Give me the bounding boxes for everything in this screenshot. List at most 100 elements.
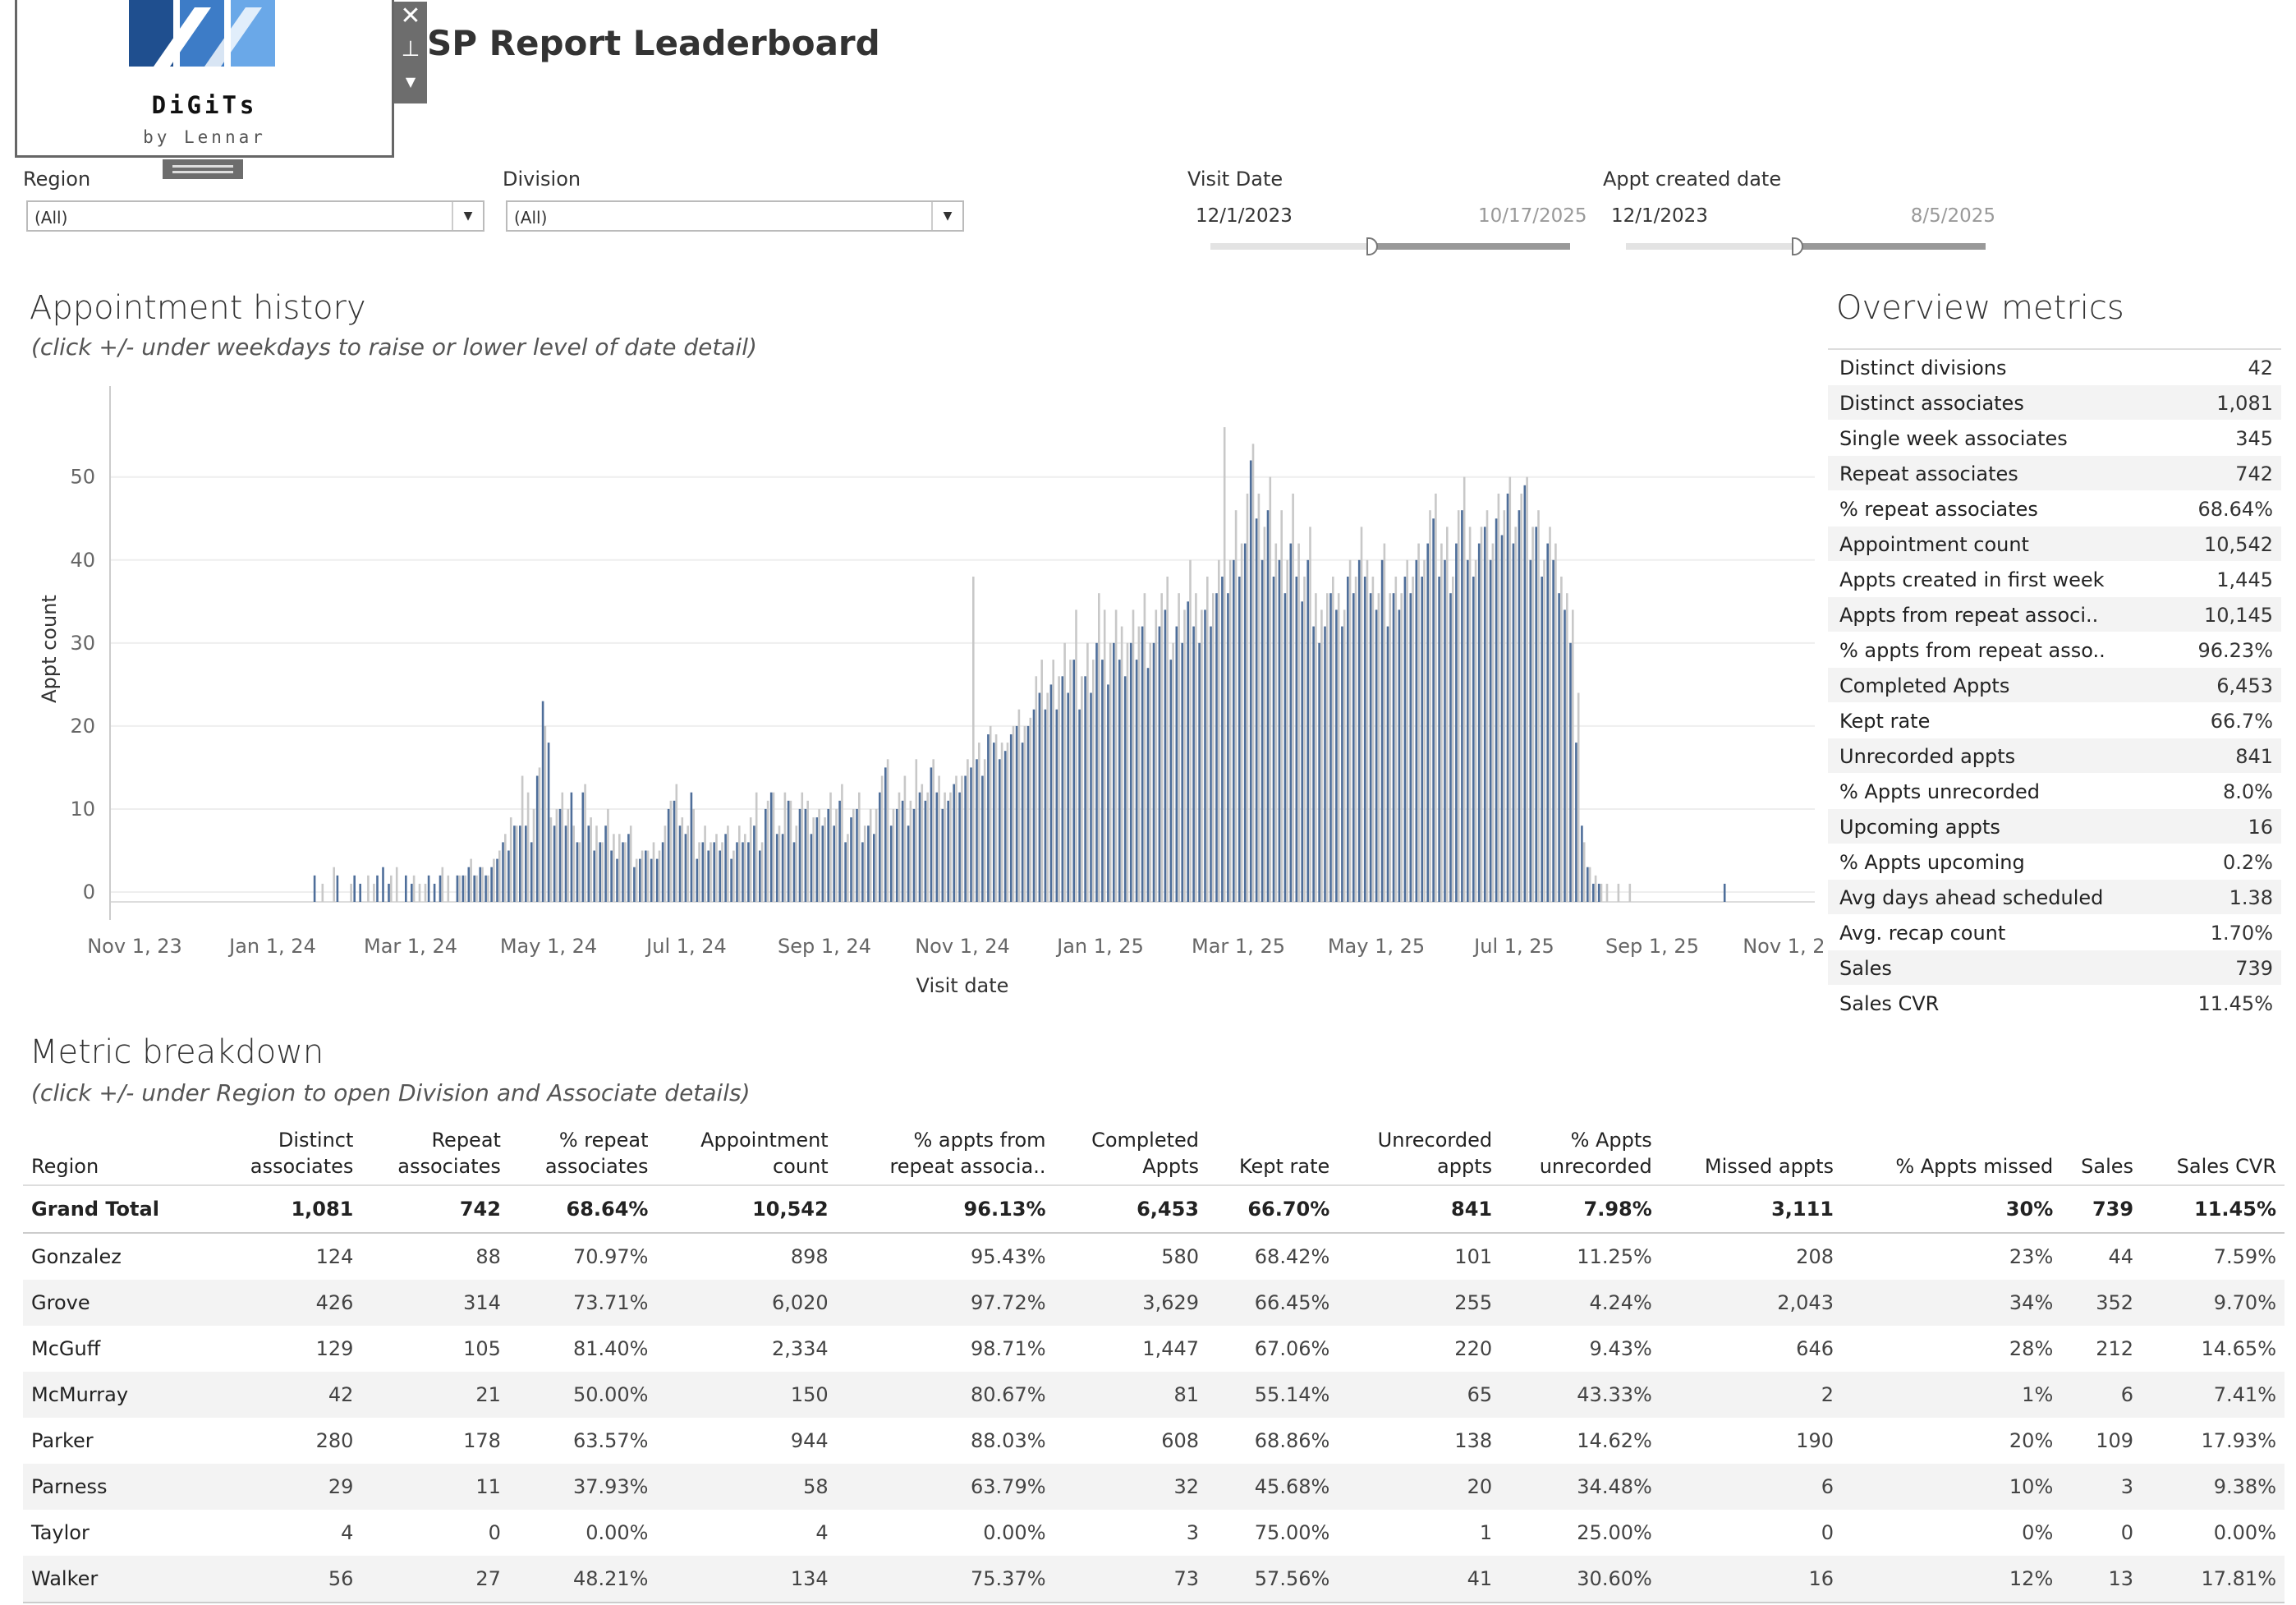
weekend-bar[interactable] [555,808,558,902]
weekday-bar[interactable] [1306,559,1309,902]
column-header[interactable]: Missed appts [1660,1127,1842,1186]
chevron-down-icon[interactable]: ▼ [394,67,427,97]
weekend-bar[interactable] [1366,559,1369,902]
weekend-bar[interactable] [1315,593,1317,902]
weekend-bar[interactable] [801,792,804,902]
weekday-bar[interactable] [947,800,949,902]
table-row[interactable]: Taylor 4 0 0.00% 4 0.00% 3 75.00% 1 25.00% 0 0% 0 0.0… [23,1510,2285,1556]
weekend-bar[interactable] [704,825,706,902]
weekend-bar[interactable] [1383,543,1386,902]
visit-date-end[interactable]: 10/17/2025 [1478,205,1587,227]
metric-row[interactable]: Kept rate 66.7% [1828,703,2281,738]
weekend-bar[interactable] [875,808,878,902]
weekday-bar[interactable] [490,867,493,902]
weekday-bar[interactable] [1135,660,1138,902]
weekend-bar[interactable] [1012,725,1015,902]
weekday-bar[interactable] [1398,609,1401,902]
weekend-bar[interactable] [1029,717,1032,902]
weekday-bar[interactable] [1210,626,1212,902]
weekday-bar[interactable] [1723,883,1726,902]
weekday-bar[interactable] [1095,642,1098,902]
weekend-bar[interactable] [567,808,570,902]
weekday-bar[interactable] [1324,626,1326,902]
weekend-bar[interactable] [1594,875,1597,902]
weekday-bar[interactable] [1587,867,1589,902]
weekend-bar[interactable] [1491,543,1495,902]
weekday-bar[interactable] [1363,577,1366,902]
weekend-bar[interactable] [1480,527,1483,902]
weekend-bar[interactable] [1246,493,1249,902]
weekend-bar[interactable] [738,825,741,902]
weekend-bar[interactable] [1354,577,1357,902]
weekday-bar[interactable] [1009,734,1013,902]
weekend-bar[interactable] [1075,609,1077,902]
weekday-bar[interactable] [1221,577,1224,902]
weekday-bar[interactable] [953,784,955,902]
weekday-bar[interactable] [1541,577,1543,902]
weekday-bar[interactable] [856,808,858,902]
weekday-bar[interactable] [1026,725,1030,902]
weekend-bar[interactable] [350,883,352,902]
weekend-bar[interactable] [1417,543,1420,902]
weekday-bar[interactable] [439,875,442,902]
metric-row[interactable]: Single week associates 345 [1828,421,2281,456]
weekday-bar[interactable] [792,842,796,902]
weekday-bar[interactable] [1192,626,1195,902]
weekday-bar[interactable] [576,842,579,902]
weekend-bar[interactable] [613,834,615,902]
weekday-bar[interactable] [667,808,670,902]
weekend-bar[interactable] [983,759,986,902]
weekend-bar[interactable] [1348,559,1352,902]
weekday-bar[interactable] [895,808,898,902]
weekday-bar[interactable] [599,842,601,902]
weekday-bar[interactable] [673,800,676,902]
weekday-bar[interactable] [1061,676,1064,902]
weekday-bar[interactable] [918,792,921,902]
column-header[interactable]: % repeat associates [508,1127,657,1186]
weekday-bar[interactable] [1506,493,1509,902]
weekday-bar[interactable] [879,792,881,902]
weekday-bar[interactable] [1141,626,1144,902]
weekday-bar[interactable] [1078,709,1081,902]
weekday-bar[interactable] [924,800,927,902]
weekend-bar[interactable] [1172,642,1174,902]
weekend-bar[interactable] [526,792,530,902]
weekend-bar[interactable] [1560,577,1563,902]
weekend-bar[interactable] [1582,842,1586,902]
appt-created-slider[interactable] [1626,243,1986,250]
weekday-bar[interactable] [1152,642,1155,902]
weekday-bar[interactable] [1049,684,1053,902]
table-row[interactable]: Walker 56 27 48.21% 134 75.37% 73 57.56% 41 30.60… [23,1556,2285,1603]
weekday-bar[interactable] [570,792,573,902]
weekend-bar[interactable] [544,725,547,902]
metric-row[interactable]: % repeat associates 68.64% [1828,491,2281,527]
weekend-bar[interactable] [1526,476,1528,902]
weekend-bar[interactable] [1046,692,1049,903]
weekday-bar[interactable] [981,775,984,903]
weekday-bar[interactable] [1455,543,1458,902]
column-header[interactable]: Sales [2061,1127,2142,1186]
weekday-bar[interactable] [1403,577,1407,902]
weekday-bar[interactable] [513,825,516,902]
weekday-bar[interactable] [759,850,761,903]
weekend-bar[interactable] [961,775,963,903]
weekend-bar[interactable] [715,834,718,902]
weekend-bar[interactable] [994,734,998,902]
weekend-bar[interactable] [1389,593,1392,902]
weekday-bar[interactable] [1187,601,1189,902]
weekday-bar[interactable] [1032,709,1035,902]
metric-row[interactable]: Appts created in first week 1,445 [1828,562,2281,597]
weekend-bar[interactable] [1360,527,1363,902]
weekend-bar[interactable] [470,858,472,902]
weekend-bar[interactable] [1178,593,1180,902]
weekend-bar[interactable] [390,875,393,902]
weekday-bar[interactable] [1044,709,1047,902]
weekend-bar[interactable] [858,792,861,902]
weekend-bar[interactable] [412,875,416,902]
weekday-bar[interactable] [376,875,379,902]
weekend-bar[interactable] [903,775,907,903]
weekday-bar[interactable] [1341,626,1343,902]
weekday-bar[interactable] [1278,559,1281,902]
table-row[interactable]: Parker 280 178 63.57% 944 88.03% 608 68.86% 138 1… [23,1418,2285,1464]
weekend-bar[interactable] [1069,660,1072,902]
